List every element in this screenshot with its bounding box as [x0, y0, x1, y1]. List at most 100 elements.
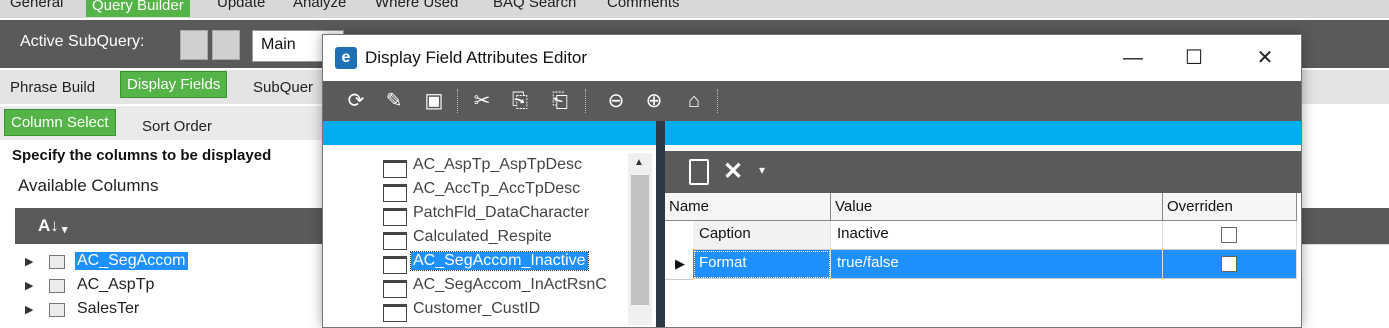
back-icon[interactable]: ⊖: [603, 88, 629, 114]
menu-where-used[interactable]: Where Used: [375, 0, 458, 11]
background-grid-header: [1300, 208, 1389, 244]
expand-arrow-icon[interactable]: ▶: [25, 303, 33, 316]
dropdown-icon[interactable]: ▾: [759, 163, 765, 177]
tab-phrase-build[interactable]: Phrase Build: [10, 79, 95, 96]
cell-value[interactable]: true/false: [831, 250, 1163, 279]
epicor-app-icon: e: [335, 47, 357, 69]
active-subquery-label: Active SubQuery:: [20, 33, 145, 50]
close-icon[interactable]: ✕: [1252, 45, 1278, 71]
cell-name[interactable]: Caption: [693, 221, 831, 250]
cell-value[interactable]: Inactive: [831, 221, 1163, 250]
table-icon: [49, 303, 65, 317]
new-icon[interactable]: [689, 159, 709, 185]
toolbar-separator: [585, 89, 588, 113]
list-item[interactable]: AC_SegAccom_Inactive: [383, 251, 633, 274]
tab-sort-order[interactable]: Sort Order: [142, 118, 212, 135]
field-list-scrollbar[interactable]: ▲: [628, 153, 652, 325]
clear-icon[interactable]: ✎: [381, 88, 407, 114]
tree-item-label: AC_AspTp: [77, 276, 155, 293]
column-header-overriden[interactable]: Overriden: [1163, 193, 1297, 221]
dialog-titlebar[interactable]: e Display Field Attributes Editor — ☐ ✕: [323, 35, 1301, 81]
scrollbar-thumb[interactable]: [631, 175, 649, 305]
available-columns-tree: ▶ AC_SegAccom ▶ AC_AspTp ▶ SalesTer: [15, 244, 327, 326]
display-field-attributes-dialog: e Display Field Attributes Editor — ☐ ✕ …: [322, 34, 1302, 328]
row-indicator[interactable]: ▶: [665, 250, 693, 280]
tab-subquery[interactable]: SubQuer: [253, 79, 313, 96]
tree-item[interactable]: ▶ AC_SegAccom: [15, 251, 327, 273]
grid-toolbar: ✕ ▾: [665, 151, 1301, 193]
dialog-toolbar: ⟳ ✎ ▣ ✂ ⎘ ⎗ ⊖ ⊕ ⌂: [323, 81, 1301, 121]
overriden-checkbox[interactable]: [1221, 227, 1237, 243]
table-icon: [49, 255, 65, 269]
prev-subquery-button[interactable]: [212, 30, 240, 60]
field-label: Customer_CustID: [413, 300, 541, 317]
tree-item[interactable]: ▶ SalesTer: [15, 299, 327, 321]
current-row-icon: ▶: [675, 256, 685, 271]
cell-name[interactable]: Format: [693, 250, 831, 279]
menu-bar: General Query Builder Update Analyze Whe…: [0, 0, 1389, 18]
tree-item-label: AC_SegAccom: [75, 252, 188, 270]
paste-icon[interactable]: ⎗: [547, 88, 573, 114]
delete-icon[interactable]: ✕: [723, 157, 743, 186]
field-label: AC_AspTp_AspTpDesc: [413, 156, 582, 173]
menu-general[interactable]: General: [10, 0, 63, 11]
field-label: Calculated_Respite: [413, 228, 552, 245]
forward-icon[interactable]: ⊕: [641, 88, 667, 114]
folder-icon: [383, 160, 407, 178]
list-item[interactable]: Calculated_Respite: [383, 227, 633, 250]
list-item[interactable]: AC_AspTp_AspTpDesc: [383, 155, 633, 178]
cut-icon[interactable]: ✂: [469, 88, 495, 114]
tree-item[interactable]: ▶ AC_AspTp: [15, 275, 327, 297]
column-header-name[interactable]: Name: [665, 193, 831, 221]
field-list: AC_AspTp_AspTpDesc AC_AccTp_AccTpDesc Pa…: [323, 145, 656, 327]
maximize-icon[interactable]: ☐: [1181, 45, 1207, 71]
table-icon: [49, 279, 65, 293]
minimize-icon[interactable]: —: [1120, 45, 1146, 71]
folder-icon: [383, 256, 407, 274]
menu-comments[interactable]: Comments: [607, 0, 680, 11]
folder-icon: [383, 304, 407, 322]
list-item[interactable]: PatchFld_DataCharacter: [383, 203, 633, 226]
refresh-icon[interactable]: ⟳: [343, 88, 369, 114]
list-item[interactable]: Customer_CustID: [383, 299, 633, 322]
list-item[interactable]: AC_AccTp_AccTpDesc: [383, 179, 633, 202]
toolbar-separator: [717, 89, 720, 113]
background-grid: [1300, 244, 1389, 327]
subquery-value: Main: [261, 36, 296, 53]
overriden-checkbox[interactable]: [1221, 256, 1237, 272]
folder-icon: [383, 208, 407, 226]
menu-baq-search[interactable]: BAQ Search: [493, 0, 576, 11]
first-subquery-button[interactable]: [180, 30, 208, 60]
copy-icon[interactable]: ⎘: [507, 88, 533, 114]
available-columns-heading: Available Columns: [18, 176, 159, 195]
field-label: AC_AccTp_AccTpDesc: [413, 180, 581, 197]
column-header-value[interactable]: Value: [831, 193, 1163, 221]
toolbar-separator: [457, 89, 460, 113]
field-label: AC_SegAccom_InActRsnC: [413, 276, 607, 293]
menu-update[interactable]: Update: [217, 0, 265, 11]
expand-arrow-icon[interactable]: ▶: [25, 279, 33, 292]
tab-row-secondary: Column Select Sort Order: [0, 106, 330, 140]
field-label: AC_SegAccom_Inactive: [410, 251, 589, 271]
home-icon[interactable]: ⌂: [681, 88, 707, 114]
dialog-title: Display Field Attributes Editor: [365, 48, 588, 67]
cell-overriden: [1163, 250, 1297, 279]
menu-query-builder[interactable]: Query Builder: [86, 0, 190, 17]
sort-az-icon[interactable]: A↓ ▾: [38, 216, 67, 236]
attributes-grid: Name Value Overriden Caption Inactive ▶ …: [665, 193, 1301, 327]
pane-splitter[interactable]: [656, 121, 665, 327]
save-icon[interactable]: ▣: [421, 88, 447, 114]
field-label: PatchFld_DataCharacter: [413, 204, 590, 221]
instruction-text: Specify the columns to be displayed: [12, 147, 272, 164]
menu-analyze[interactable]: Analyze: [293, 0, 346, 11]
folder-icon: [383, 184, 407, 202]
tab-display-fields[interactable]: Display Fields: [120, 71, 228, 98]
list-item[interactable]: AC_SegAccom_InActRsnC: [383, 275, 633, 298]
row-indicator[interactable]: [665, 221, 693, 251]
tab-column-select[interactable]: Column Select: [4, 109, 116, 136]
dialog-banner: [323, 121, 1301, 145]
scroll-up-icon[interactable]: ▲: [634, 157, 644, 168]
tree-item-label: SalesTer: [77, 300, 140, 317]
cell-overriden: [1163, 221, 1297, 250]
expand-arrow-icon[interactable]: ▶: [25, 255, 33, 268]
